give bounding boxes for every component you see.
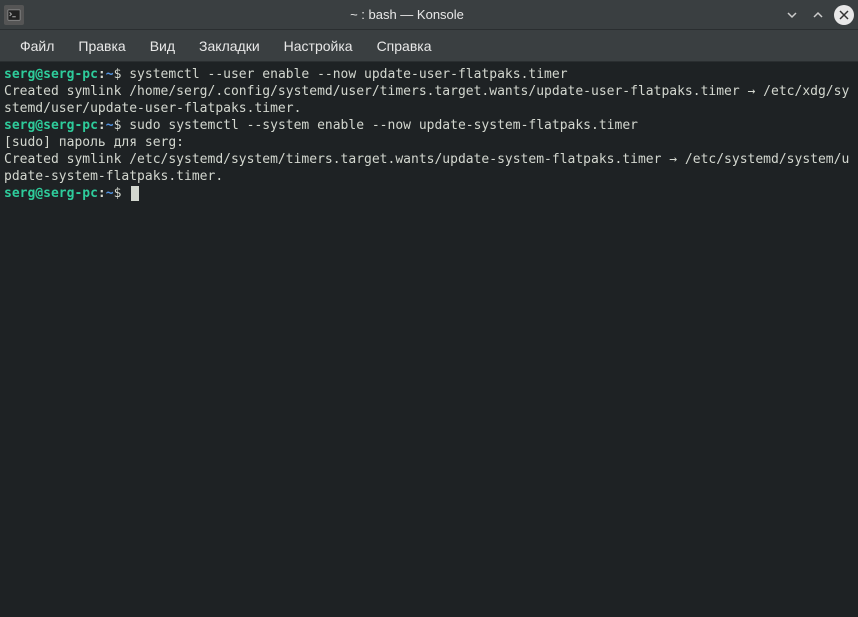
command-text: systemctl --user enable --now update-use… xyxy=(121,67,567,82)
prompt-path: ~ xyxy=(106,67,114,82)
terminal-area[interactable]: serg@serg-pc:~$ systemctl --user enable … xyxy=(0,62,858,617)
menu-file[interactable]: Файл xyxy=(8,32,66,60)
titlebar: ~ : bash — Konsole xyxy=(0,0,858,30)
prompt-path: ~ xyxy=(106,186,114,201)
prompt-user-host: serg@serg-pc xyxy=(4,186,98,201)
menu-view[interactable]: Вид xyxy=(138,32,187,60)
prompt-user-host: serg@serg-pc xyxy=(4,118,98,133)
prompt-user-host: serg@serg-pc xyxy=(4,67,98,82)
window-title: ~ : bash — Konsole xyxy=(32,7,782,22)
prompt-path: ~ xyxy=(106,118,114,133)
cursor xyxy=(131,186,139,201)
menu-settings[interactable]: Настройка xyxy=(272,32,365,60)
menu-bookmarks[interactable]: Закладки xyxy=(187,32,272,60)
close-icon xyxy=(839,10,849,20)
prompt-colon: : xyxy=(98,67,106,82)
output-text: Created symlink /etc/systemd/system/time… xyxy=(4,151,854,185)
output-text: Created symlink /home/serg/.config/syste… xyxy=(4,83,854,117)
terminal-line: serg@serg-pc:~$ systemctl --user enable … xyxy=(4,66,854,83)
prompt-symbol: $ xyxy=(114,186,122,201)
menubar: Файл Правка Вид Закладки Настройка Справ… xyxy=(0,30,858,62)
menu-edit[interactable]: Правка xyxy=(66,32,137,60)
close-button[interactable] xyxy=(834,5,854,25)
output-text: [sudo] пароль для serg: xyxy=(4,134,854,151)
menu-help[interactable]: Справка xyxy=(365,32,444,60)
prompt-colon: : xyxy=(98,186,106,201)
window-controls xyxy=(782,5,854,25)
terminal-line: serg@serg-pc:~$ sudo systemctl --system … xyxy=(4,117,854,134)
terminal-icon xyxy=(7,8,21,22)
app-icon xyxy=(4,5,24,25)
command-text: sudo systemctl --system enable --now upd… xyxy=(121,118,638,133)
maximize-button[interactable] xyxy=(808,5,828,25)
chevron-down-icon xyxy=(785,8,799,22)
minimize-button[interactable] xyxy=(782,5,802,25)
chevron-up-icon xyxy=(811,8,825,22)
terminal-line: serg@serg-pc:~$ xyxy=(4,185,854,202)
prompt-colon: : xyxy=(98,118,106,133)
